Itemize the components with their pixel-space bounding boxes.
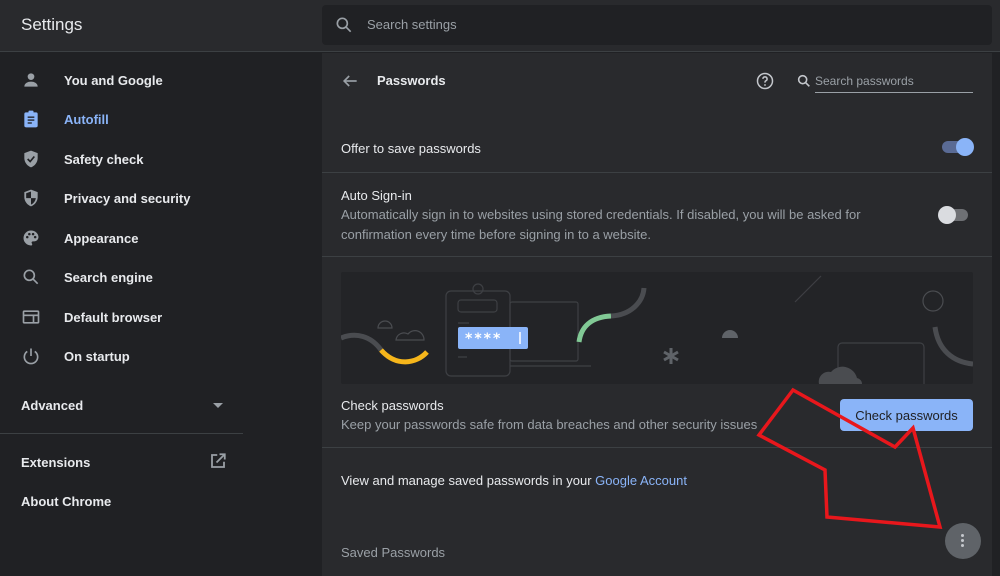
power-icon [23, 348, 39, 365]
google-account-link[interactable]: Google Account [595, 473, 687, 488]
clipboard-icon [24, 110, 38, 128]
sidebar-item-autofill[interactable]: Autofill [0, 100, 243, 139]
sidebar-item-label: Safety check [64, 152, 144, 167]
illustration-graphic: **** [341, 275, 973, 384]
back-arrow-icon[interactable] [340, 71, 360, 91]
check-passwords-description: Keep your passwords safe from data breac… [341, 417, 758, 432]
auto-signin-description: Automatically sign in to websites using … [341, 207, 861, 242]
auto-signin-row: Auto Sign-in Automatically sign in to we… [322, 172, 992, 256]
page-title: Passwords [377, 73, 446, 88]
illustration-arc [932, 326, 973, 367]
illustration-diagonal-line [794, 275, 822, 303]
illustration-circle [922, 290, 944, 312]
illustration-wave-green [576, 313, 612, 343]
manage-passwords-text: View and manage saved passwords in your … [341, 473, 687, 488]
search-icon [336, 17, 352, 33]
sidebar: You and Google Autofill Safety check Pri… [0, 53, 243, 576]
chevron-down-icon [213, 403, 223, 408]
app-title: Settings [21, 15, 83, 34]
illustration-asterisk [663, 348, 679, 364]
sidebar-item-label: Appearance [64, 231, 139, 246]
sidebar-item-label: Default browser [64, 310, 163, 325]
open-in-new-icon [211, 453, 226, 468]
illustration-cloud [395, 330, 425, 341]
search-passwords-input[interactable] [815, 69, 973, 93]
illustration-wave-yellow [379, 348, 429, 365]
check-passwords-button[interactable]: Check passwords [840, 399, 973, 431]
toggle-knob [938, 206, 956, 224]
shield-half-icon [24, 189, 38, 207]
about-chrome-label: About Chrome [21, 494, 112, 509]
check-passwords-label: Check passwords [341, 398, 444, 413]
illustration-masked-text: **** [465, 331, 502, 347]
sidebar-item-you-and-google[interactable]: You and Google [0, 61, 243, 100]
saved-passwords-heading: Saved Passwords [341, 545, 446, 560]
help-icon[interactable] [755, 71, 775, 91]
illustration-clipboard-clip [457, 299, 498, 313]
sidebar-item-privacy-and-security[interactable]: Privacy and security [0, 179, 243, 218]
illustration-cloud-filled [818, 366, 863, 384]
more-vert-icon [961, 544, 964, 547]
sidebar-item-safety-check[interactable]: Safety check [0, 140, 243, 179]
illustration-half-dome [722, 330, 738, 338]
extensions-label: Extensions [21, 455, 91, 470]
more-actions-button[interactable] [945, 523, 981, 559]
more-vert-icon [961, 539, 964, 542]
top-header: Settings Search settings [0, 0, 1000, 52]
search-passwords [794, 69, 974, 95]
manage-passwords-prefix: View and manage saved passwords in your [341, 473, 596, 488]
search-settings-input[interactable]: Search settings [322, 5, 992, 45]
sidebar-item-label: Autofill [64, 112, 109, 127]
page-scroll-gutter [992, 53, 1000, 576]
palette-icon [23, 230, 39, 246]
illustration-cloud-small [377, 320, 393, 329]
sidebar-item-label: Search engine [64, 270, 153, 285]
sidebar-item-on-startup[interactable]: On startup [0, 337, 243, 376]
search-settings-placeholder: Search settings [367, 17, 457, 32]
manage-passwords-row: View and manage saved passwords in your … [322, 447, 992, 507]
search-icon [23, 269, 39, 285]
offer-to-save-row: Offer to save passwords [322, 120, 992, 172]
divider [322, 256, 992, 257]
toggle-knob [956, 138, 974, 156]
sidebar-item-search-engine[interactable]: Search engine [0, 258, 243, 297]
auto-signin-toggle[interactable] [938, 205, 972, 225]
sidebar-item-label: On startup [64, 349, 130, 364]
sidebar-item-label: Privacy and security [64, 191, 191, 206]
sidebar-divider [0, 433, 243, 434]
search-icon [797, 74, 810, 87]
more-vert-icon [961, 534, 964, 537]
sidebar-item-extensions[interactable]: Extensions [0, 443, 243, 481]
illustration-wave-gray [610, 287, 647, 319]
illustration-clipboard-ring [472, 283, 484, 295]
offer-to-save-toggle[interactable] [940, 137, 974, 157]
advanced-label: Advanced [21, 398, 84, 413]
check-passwords-illustration: **** [341, 272, 973, 384]
passwords-card: Passwords Offer to save passwords Auto S… [322, 53, 992, 576]
person-icon [24, 73, 38, 87]
sidebar-item-default-browser[interactable]: Default browser [0, 298, 243, 337]
auto-signin-label: Auto Sign-in [341, 188, 412, 203]
offer-to-save-label: Offer to save passwords [341, 141, 481, 156]
sidebar-item-label: You and Google [64, 73, 163, 88]
sidebar-advanced-toggle[interactable]: Advanced [0, 385, 243, 425]
sidebar-item-appearance[interactable]: Appearance [0, 219, 243, 258]
browser-window-icon [22, 310, 40, 324]
sidebar-item-about-chrome[interactable]: About Chrome [0, 485, 243, 523]
passwords-header: Passwords [322, 53, 992, 109]
shield-check-icon [24, 150, 38, 168]
illustration-wave-gray [341, 332, 384, 352]
